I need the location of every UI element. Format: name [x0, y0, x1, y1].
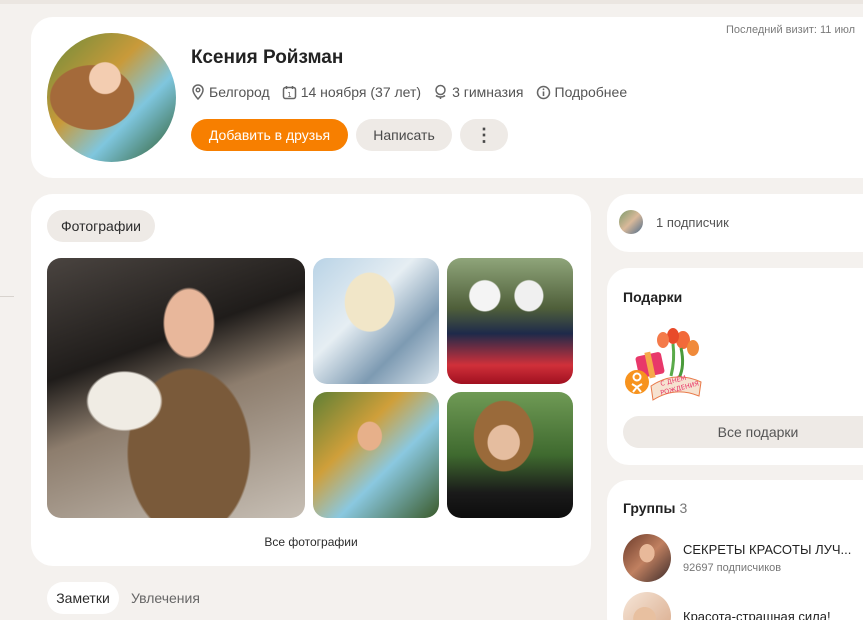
location-icon	[192, 84, 204, 100]
photo-thumbnail[interactable]	[447, 392, 573, 518]
group-avatar	[623, 592, 671, 620]
subscribers-card[interactable]: 1 подписчик	[607, 194, 863, 252]
gifts-card: Подарки С ДНЁМ РОЖДЕНИЯ Все подарки	[607, 268, 863, 465]
globe-icon	[435, 84, 446, 99]
group-avatar	[623, 534, 671, 582]
meta-city[interactable]: Белгород	[191, 84, 270, 100]
group-item[interactable]: СЕКРЕТЫ КРАСОТЫ ЛУЧ... 92697 подписчиков	[623, 534, 851, 582]
gifts-title: Подарки	[623, 289, 683, 305]
group-name[interactable]: СЕКРЕТЫ КРАСОТЫ ЛУЧ...	[683, 542, 851, 557]
info-icon	[536, 85, 550, 99]
group-subscribers: 92697 подписчиков	[683, 562, 782, 574]
meta-birthday-label: 14 ноября (37 лет)	[300, 84, 422, 100]
tab-hobbies[interactable]: Увлечения	[131, 590, 200, 606]
meta-school-label: 3 гимназия	[452, 84, 524, 100]
photo-thumbnail[interactable]	[313, 392, 439, 518]
subscriber-avatar	[619, 210, 643, 234]
meta-school[interactable]: 3 гимназия	[433, 84, 524, 100]
all-gifts-button[interactable]: Все подарки	[623, 416, 863, 448]
photo-thumbnail[interactable]	[447, 258, 573, 384]
photo-thumbnail[interactable]	[47, 258, 305, 518]
photos-chip[interactable]: Фотографии	[47, 210, 155, 242]
side-divider	[0, 296, 14, 297]
last-visit: Последний визит: 11 июл	[726, 24, 856, 36]
groups-card: Группы 3 СЕКРЕТЫ КРАСОТЫ ЛУЧ... 92697 под…	[607, 480, 863, 620]
calendar-icon: 1	[282, 85, 296, 99]
photo-thumbnail[interactable]	[313, 258, 439, 384]
meta-city-label: Белгород	[209, 84, 270, 100]
birthday-gift-icon[interactable]: С ДНЁМ РОЖДЕНИЯ	[623, 326, 705, 406]
meta-more[interactable]: Подробнее	[536, 84, 628, 100]
groups-title-label: Группы	[623, 500, 676, 516]
top-divider	[0, 0, 863, 4]
group-info: Красота-страшная сила!	[683, 609, 831, 620]
add-friend-button[interactable]: Добавить в друзья	[191, 119, 348, 151]
all-photos-link[interactable]: Все фотографии	[31, 535, 591, 549]
profile-name: Ксения Ройзман	[191, 47, 344, 68]
subscribers-count: 1 подписчик	[656, 215, 729, 230]
groups-title: Группы 3	[623, 500, 687, 516]
svg-text:1: 1	[287, 91, 291, 99]
group-info: СЕКРЕТЫ КРАСОТЫ ЛУЧ... 92697 подписчиков	[683, 542, 851, 574]
group-name[interactable]: Красота-страшная сила!	[683, 609, 831, 620]
profile-card: Последний визит: 11 июл Ксения Ройзман Б…	[31, 17, 863, 178]
profile-meta: Белгород 1 14 ноября (37 лет) 3 гимназия…	[191, 84, 639, 100]
group-item[interactable]: Красота-страшная сила!	[623, 592, 831, 620]
groups-count: 3	[679, 500, 688, 516]
tab-notes[interactable]: Заметки	[47, 582, 119, 614]
profile-avatar[interactable]	[47, 33, 176, 162]
meta-birthday: 1 14 ноября (37 лет)	[282, 84, 421, 100]
photos-card: Фотографии Все фотографии	[31, 194, 591, 566]
meta-more-label: Подробнее	[554, 84, 628, 100]
write-message-button[interactable]: Написать	[356, 119, 452, 151]
more-options-button[interactable]: ⋮	[460, 119, 508, 151]
